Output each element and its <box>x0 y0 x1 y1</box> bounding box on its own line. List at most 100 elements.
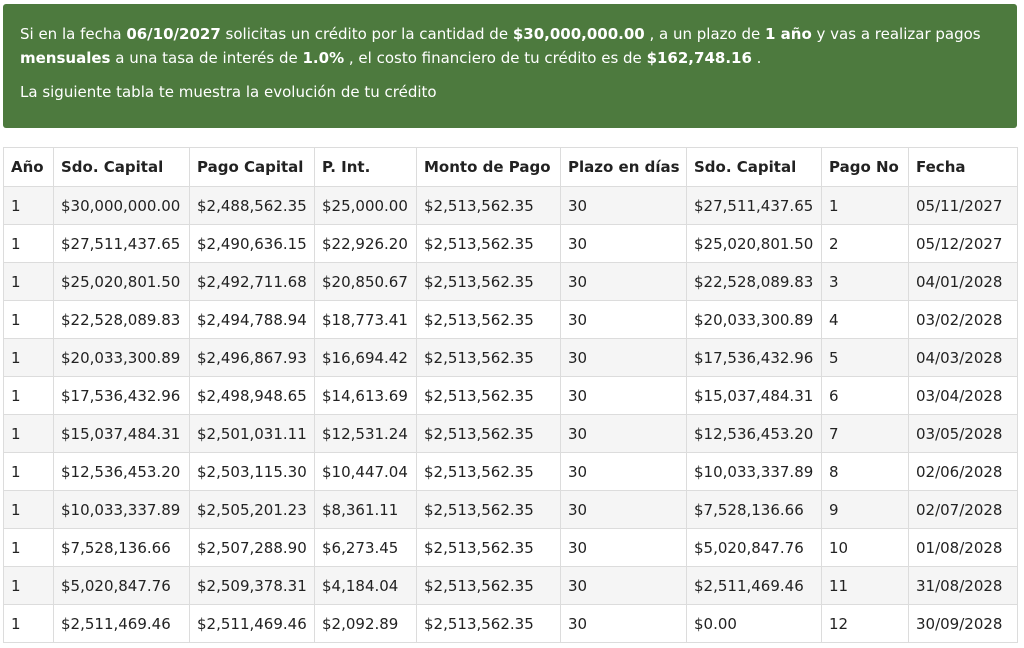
cell-fecha: 03/05/2028 <box>908 414 1018 453</box>
cell-fecha: 05/11/2027 <box>908 186 1018 225</box>
table-row: 1 $17,536,432.96 $2,498,948.65 $14,613.69 $2… <box>3 376 1018 415</box>
credit-summary-text: Si en la fecha 06/10/2027 solicitas un c… <box>20 22 1000 70</box>
cell-fecha: 05/12/2027 <box>908 224 1018 263</box>
cell-sdo-capital-final: $27,511,437.65 <box>686 186 822 225</box>
cell-plazo-dias: 30 <box>560 338 687 377</box>
column-header-pago-interes: P. Int. <box>314 147 417 187</box>
cell-sdo-capital-final: $15,037,484.31 <box>686 376 822 415</box>
cell-sdo-capital-final: $2,511,469.46 <box>686 566 822 605</box>
cell-pago-interes: $14,613.69 <box>314 376 417 415</box>
table-row: 1 $27,511,437.65 $2,490,636.15 $22,926.20 $2… <box>3 224 1018 263</box>
credit-summary-banner: Si en la fecha 06/10/2027 solicitas un c… <box>3 4 1017 128</box>
cell-pago-interes: $25,000.00 <box>314 186 417 225</box>
cell-monto-pago: $2,513,562.35 <box>416 490 561 529</box>
request-date: 06/10/2027 <box>126 25 221 43</box>
cell-pago-no: 1 <box>821 186 909 225</box>
cell-pago-capital: $2,492,711.68 <box>189 262 315 301</box>
cell-pago-no: 6 <box>821 376 909 415</box>
table-row: 1 $5,020,847.76 $2,509,378.31 $4,184.04 $2,5… <box>3 566 1018 605</box>
cell-pago-capital: $2,503,115.30 <box>189 452 315 491</box>
cell-fecha: 30/09/2028 <box>908 604 1018 643</box>
cell-sdo-capital-inicial: $5,020,847.76 <box>53 566 190 605</box>
cell-sdo-capital-final: $7,528,136.66 <box>686 490 822 529</box>
column-header-plazo-dias: Plazo en días <box>560 147 687 187</box>
cell-pago-capital: $2,488,562.35 <box>189 186 315 225</box>
cell-sdo-capital-final: $20,033,300.89 <box>686 300 822 339</box>
cell-pago-no: 12 <box>821 604 909 643</box>
table-row: 1 $12,536,453.20 $2,503,115.30 $10,447.04 $2… <box>3 452 1018 491</box>
cell-plazo-dias: 30 <box>560 528 687 567</box>
cell-anio: 1 <box>3 566 54 605</box>
cell-sdo-capital-final: $0.00 <box>686 604 822 643</box>
table-intro-text: La siguiente tabla te muestra la evoluci… <box>20 83 437 101</box>
column-header-fecha: Fecha <box>908 147 1018 187</box>
table-row: 1 $30,000,000.00 $2,488,562.35 $25,000.00 $2… <box>3 186 1018 225</box>
cell-anio: 1 <box>3 376 54 415</box>
cell-pago-capital: $2,498,948.65 <box>189 376 315 415</box>
cell-plazo-dias: 30 <box>560 414 687 453</box>
cell-pago-interes: $6,273.45 <box>314 528 417 567</box>
cell-plazo-dias: 30 <box>560 376 687 415</box>
cell-fecha: 03/04/2028 <box>908 376 1018 415</box>
table-row: 1 $10,033,337.89 $2,505,201.23 $8,361.11 $2,… <box>3 490 1018 529</box>
column-header-anio: Año <box>3 147 54 187</box>
amortization-table: Año Sdo. Capital Pago Capital P. Int. Monto … <box>3 147 1018 643</box>
cell-pago-no: 7 <box>821 414 909 453</box>
cell-anio: 1 <box>3 452 54 491</box>
cell-anio: 1 <box>3 490 54 529</box>
cell-anio: 1 <box>3 338 54 377</box>
cell-pago-capital: $2,496,867.93 <box>189 338 315 377</box>
column-header-pago-no: Pago No <box>821 147 909 187</box>
cell-pago-no: 3 <box>821 262 909 301</box>
cell-anio: 1 <box>3 528 54 567</box>
cell-monto-pago: $2,513,562.35 <box>416 566 561 605</box>
table-row: 1 $25,020,801.50 $2,492,711.68 $20,850.67 $2… <box>3 262 1018 301</box>
cell-pago-no: 2 <box>821 224 909 263</box>
cell-anio: 1 <box>3 604 54 643</box>
cell-plazo-dias: 30 <box>560 452 687 491</box>
cell-monto-pago: $2,513,562.35 <box>416 452 561 491</box>
table-row: 1 $2,511,469.46 $2,511,469.46 $2,092.89 $2,5… <box>3 604 1018 643</box>
financial-cost: $162,748.16 <box>646 49 752 67</box>
cell-sdo-capital-inicial: $15,037,484.31 <box>53 414 190 453</box>
cell-sdo-capital-inicial: $17,536,432.96 <box>53 376 190 415</box>
cell-pago-capital: $2,509,378.31 <box>189 566 315 605</box>
table-header-row: Año Sdo. Capital Pago Capital P. Int. Monto … <box>3 147 1018 187</box>
table-row: 1 $7,528,136.66 $2,507,288.90 $6,273.45 $2,5… <box>3 528 1018 567</box>
table-row: 1 $15,037,484.31 $2,501,031.11 $12,531.24 $2… <box>3 414 1018 453</box>
cell-pago-no: 5 <box>821 338 909 377</box>
summary-text-4: y vas a realizar pagos <box>811 25 981 43</box>
column-header-pago-capital: Pago Capital <box>189 147 315 187</box>
cell-plazo-dias: 30 <box>560 300 687 339</box>
cell-pago-interes: $16,694.42 <box>314 338 417 377</box>
cell-pago-interes: $8,361.11 <box>314 490 417 529</box>
summary-text-3: , a un plazo de <box>644 25 765 43</box>
cell-sdo-capital-final: $22,528,089.83 <box>686 262 822 301</box>
table-row: 1 $20,033,300.89 $2,496,867.93 $16,694.42 $2… <box>3 338 1018 377</box>
cell-fecha: 01/08/2028 <box>908 528 1018 567</box>
cell-anio: 1 <box>3 414 54 453</box>
cell-monto-pago: $2,513,562.35 <box>416 604 561 643</box>
cell-monto-pago: $2,513,562.35 <box>416 262 561 301</box>
cell-monto-pago: $2,513,562.35 <box>416 224 561 263</box>
cell-pago-interes: $4,184.04 <box>314 566 417 605</box>
cell-sdo-capital-inicial: $25,020,801.50 <box>53 262 190 301</box>
cell-anio: 1 <box>3 186 54 225</box>
summary-text-6: , el costo financiero de tu crédito es d… <box>344 49 647 67</box>
cell-pago-capital: $2,505,201.23 <box>189 490 315 529</box>
cell-plazo-dias: 30 <box>560 224 687 263</box>
cell-monto-pago: $2,513,562.35 <box>416 338 561 377</box>
cell-sdo-capital-final: $10,033,337.89 <box>686 452 822 491</box>
cell-sdo-capital-inicial: $30,000,000.00 <box>53 186 190 225</box>
cell-anio: 1 <box>3 224 54 263</box>
cell-monto-pago: $2,513,562.35 <box>416 376 561 415</box>
cell-pago-capital: $2,494,788.94 <box>189 300 315 339</box>
cell-anio: 1 <box>3 300 54 339</box>
summary-text-7: . <box>751 49 762 67</box>
interest-rate: 1.0% <box>302 49 345 67</box>
cell-plazo-dias: 30 <box>560 604 687 643</box>
cell-fecha: 04/03/2028 <box>908 338 1018 377</box>
cell-pago-no: 9 <box>821 490 909 529</box>
cell-monto-pago: $2,513,562.35 <box>416 186 561 225</box>
table-row: 1 $22,528,089.83 $2,494,788.94 $18,773.41 $2… <box>3 300 1018 339</box>
